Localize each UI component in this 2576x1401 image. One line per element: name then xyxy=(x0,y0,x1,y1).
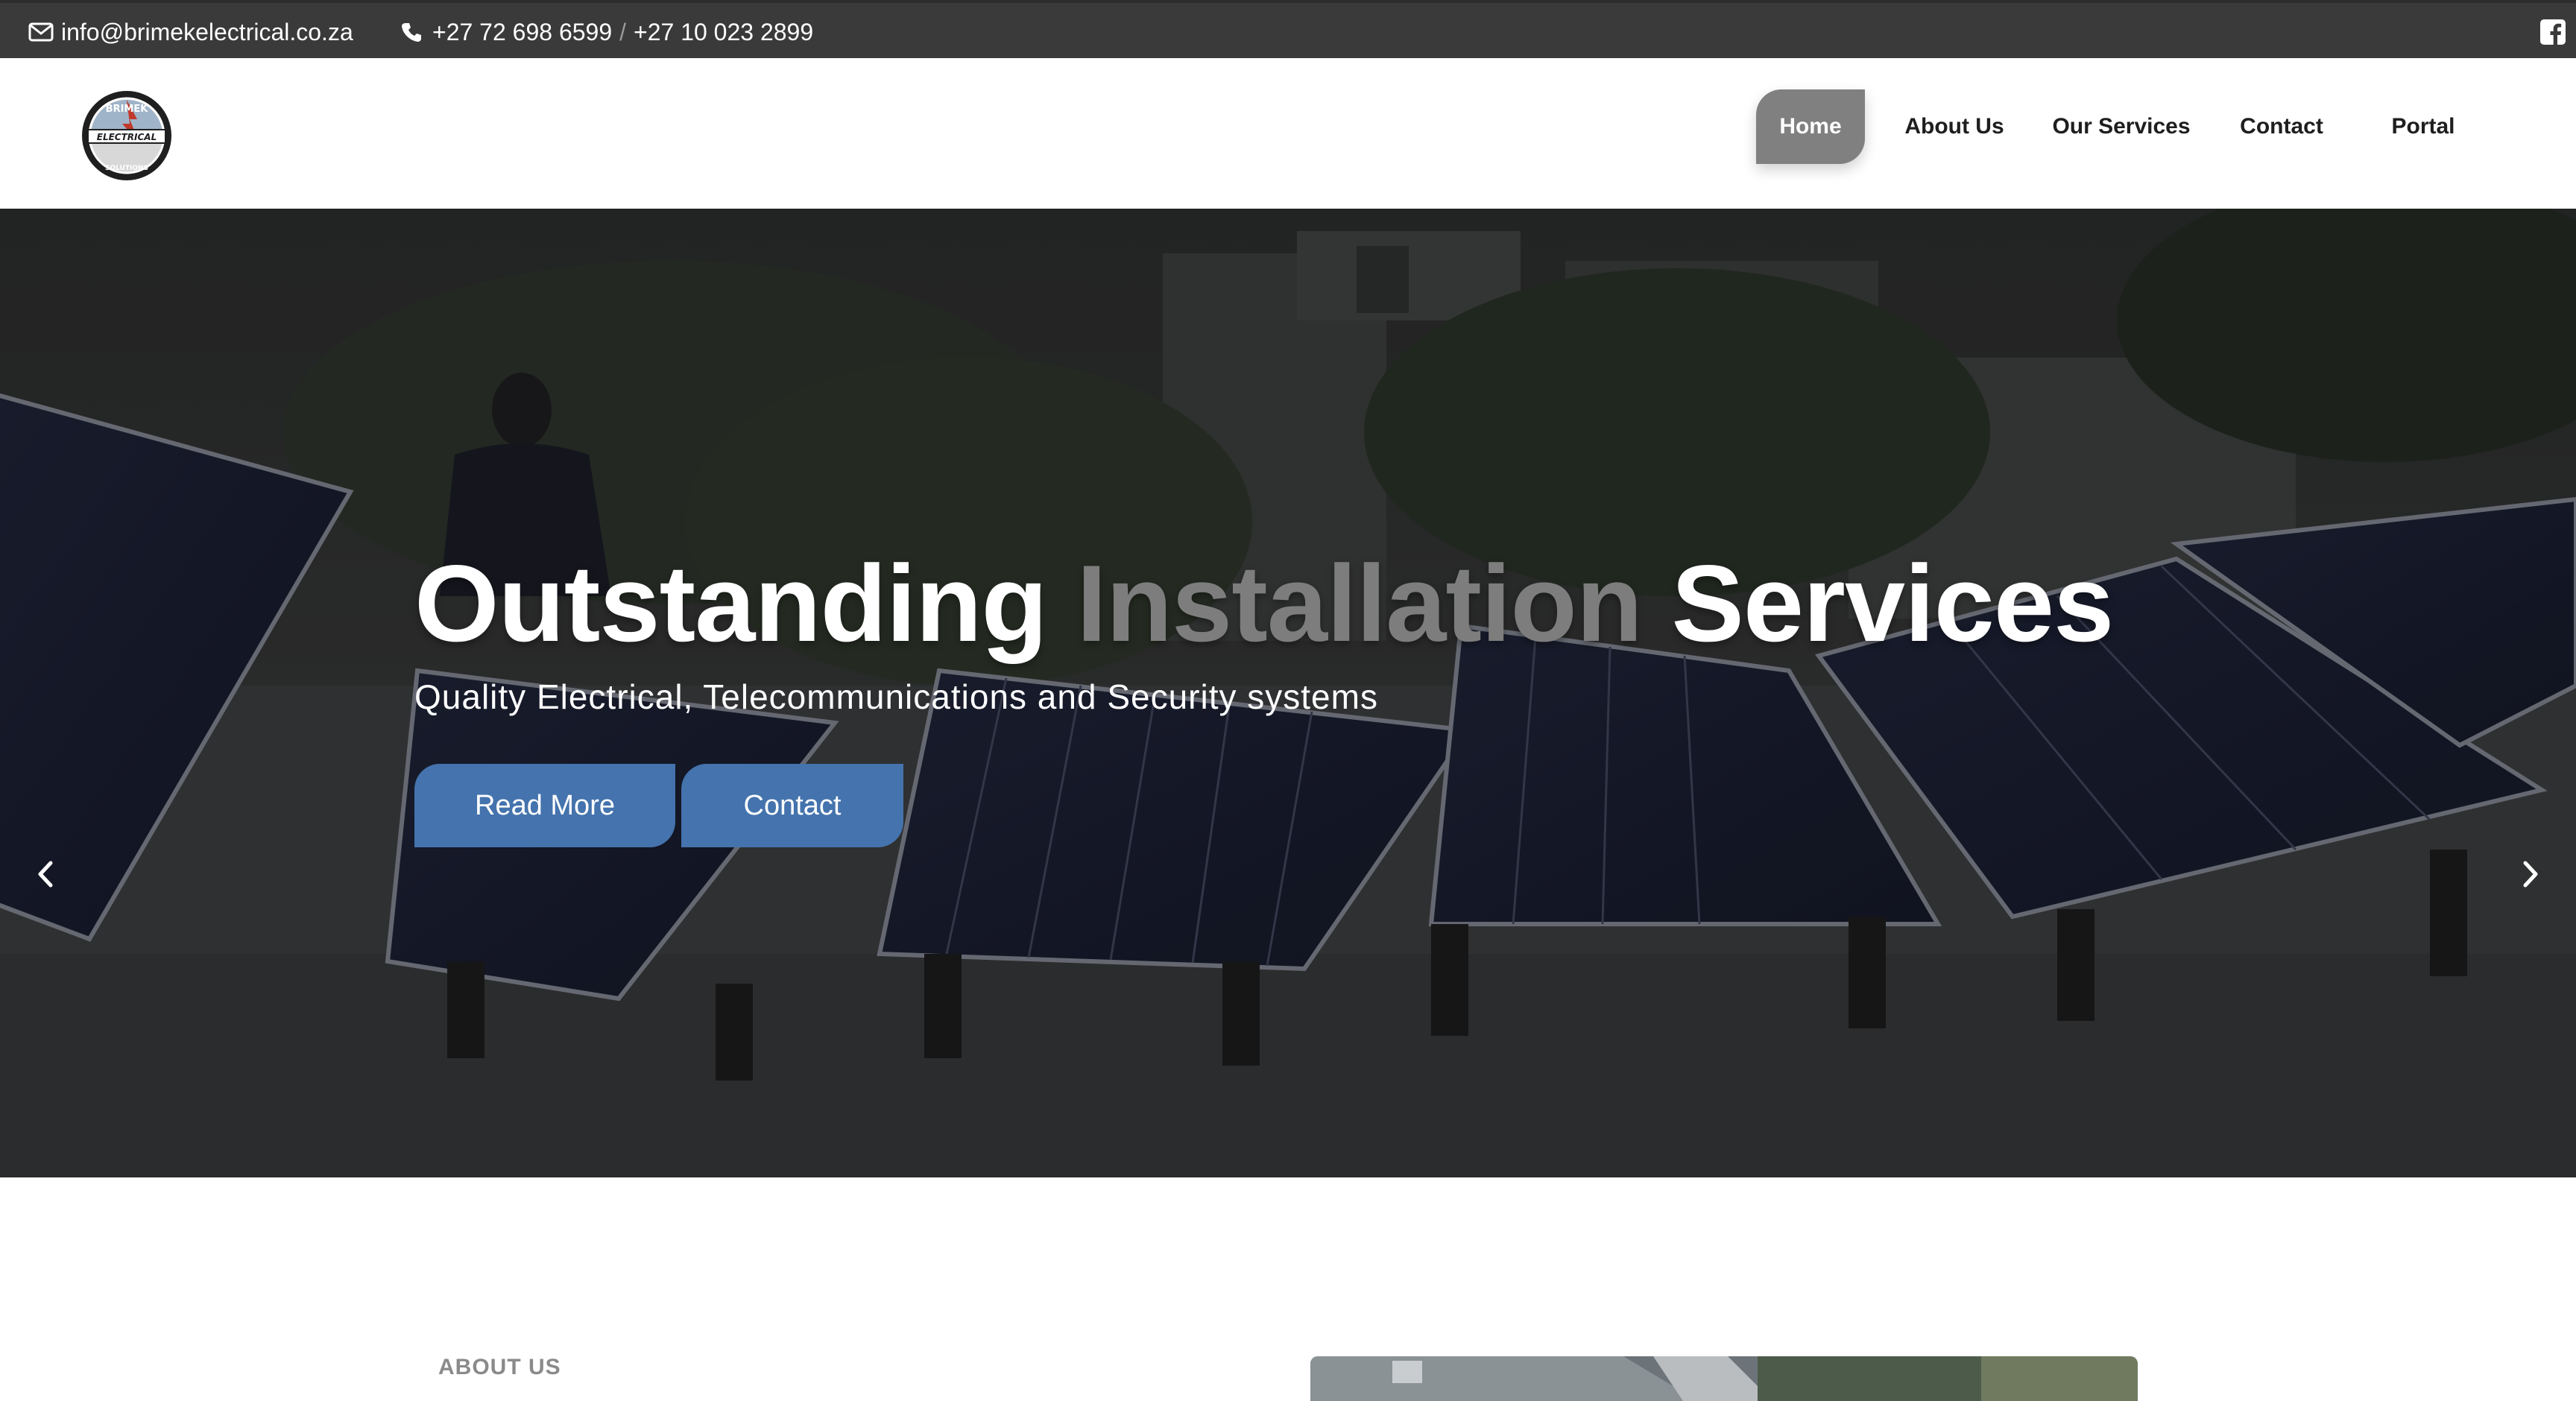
hero-title: Outstanding Installation Services xyxy=(414,541,2114,666)
about-us-label: ABOUT US xyxy=(438,1355,561,1379)
chevron-left-icon[interactable] xyxy=(27,856,64,893)
nav-contact[interactable]: Contact xyxy=(2226,89,2337,164)
phone-primary[interactable]: +27 72 698 6599 xyxy=(432,19,612,46)
site-header: ELECTRICAL BRIMEK SOLUTIONS Home About U… xyxy=(0,58,2576,209)
email-contact[interactable]: info@brimekelectrical.co.za xyxy=(28,13,353,51)
nav-home[interactable]: Home xyxy=(1756,89,1865,164)
hero-title-part3: Services xyxy=(1671,543,2114,664)
nav-our-services[interactable]: Our Services xyxy=(2047,89,2196,164)
phone-contact: +27 72 698 6599 / +27 10 023 2899 xyxy=(401,13,813,51)
read-more-button[interactable]: Read More xyxy=(414,764,675,847)
hero-slider: Outstanding Installation Services Qualit… xyxy=(0,209,2576,1177)
chevron-right-icon[interactable] xyxy=(2512,856,2549,893)
envelope-icon xyxy=(28,22,54,42)
logo-text-brand: BRIMEK xyxy=(106,104,149,115)
main-nav: Home About Us Our Services Contact Porta… xyxy=(1756,89,2576,164)
phone-secondary[interactable]: +27 10 023 2899 xyxy=(634,19,813,46)
hero-title-part1: Outstanding xyxy=(414,543,1048,664)
nav-portal[interactable]: Portal xyxy=(2375,89,2472,164)
hero-subtitle: Quality Electrical, Telecommunications a… xyxy=(414,677,1378,716)
company-logo[interactable]: ELECTRICAL BRIMEK SOLUTIONS xyxy=(80,89,173,182)
logo-text-solutions: SOLUTIONS xyxy=(105,165,148,172)
email-text[interactable]: info@brimekelectrical.co.za xyxy=(61,19,353,46)
top-contact-bar: info@brimekelectrical.co.za +27 72 698 6… xyxy=(0,0,2576,58)
hero-title-part2: Installation xyxy=(1076,543,1643,664)
phone-icon xyxy=(402,23,421,42)
about-image xyxy=(1310,1356,2138,1401)
logo-text-electrical: ELECTRICAL xyxy=(97,132,157,142)
nav-about-us[interactable]: About Us xyxy=(1898,89,2011,164)
phone-separator: / xyxy=(619,18,627,45)
contact-button[interactable]: Contact xyxy=(681,764,903,847)
facebook-icon[interactable] xyxy=(2540,19,2566,45)
